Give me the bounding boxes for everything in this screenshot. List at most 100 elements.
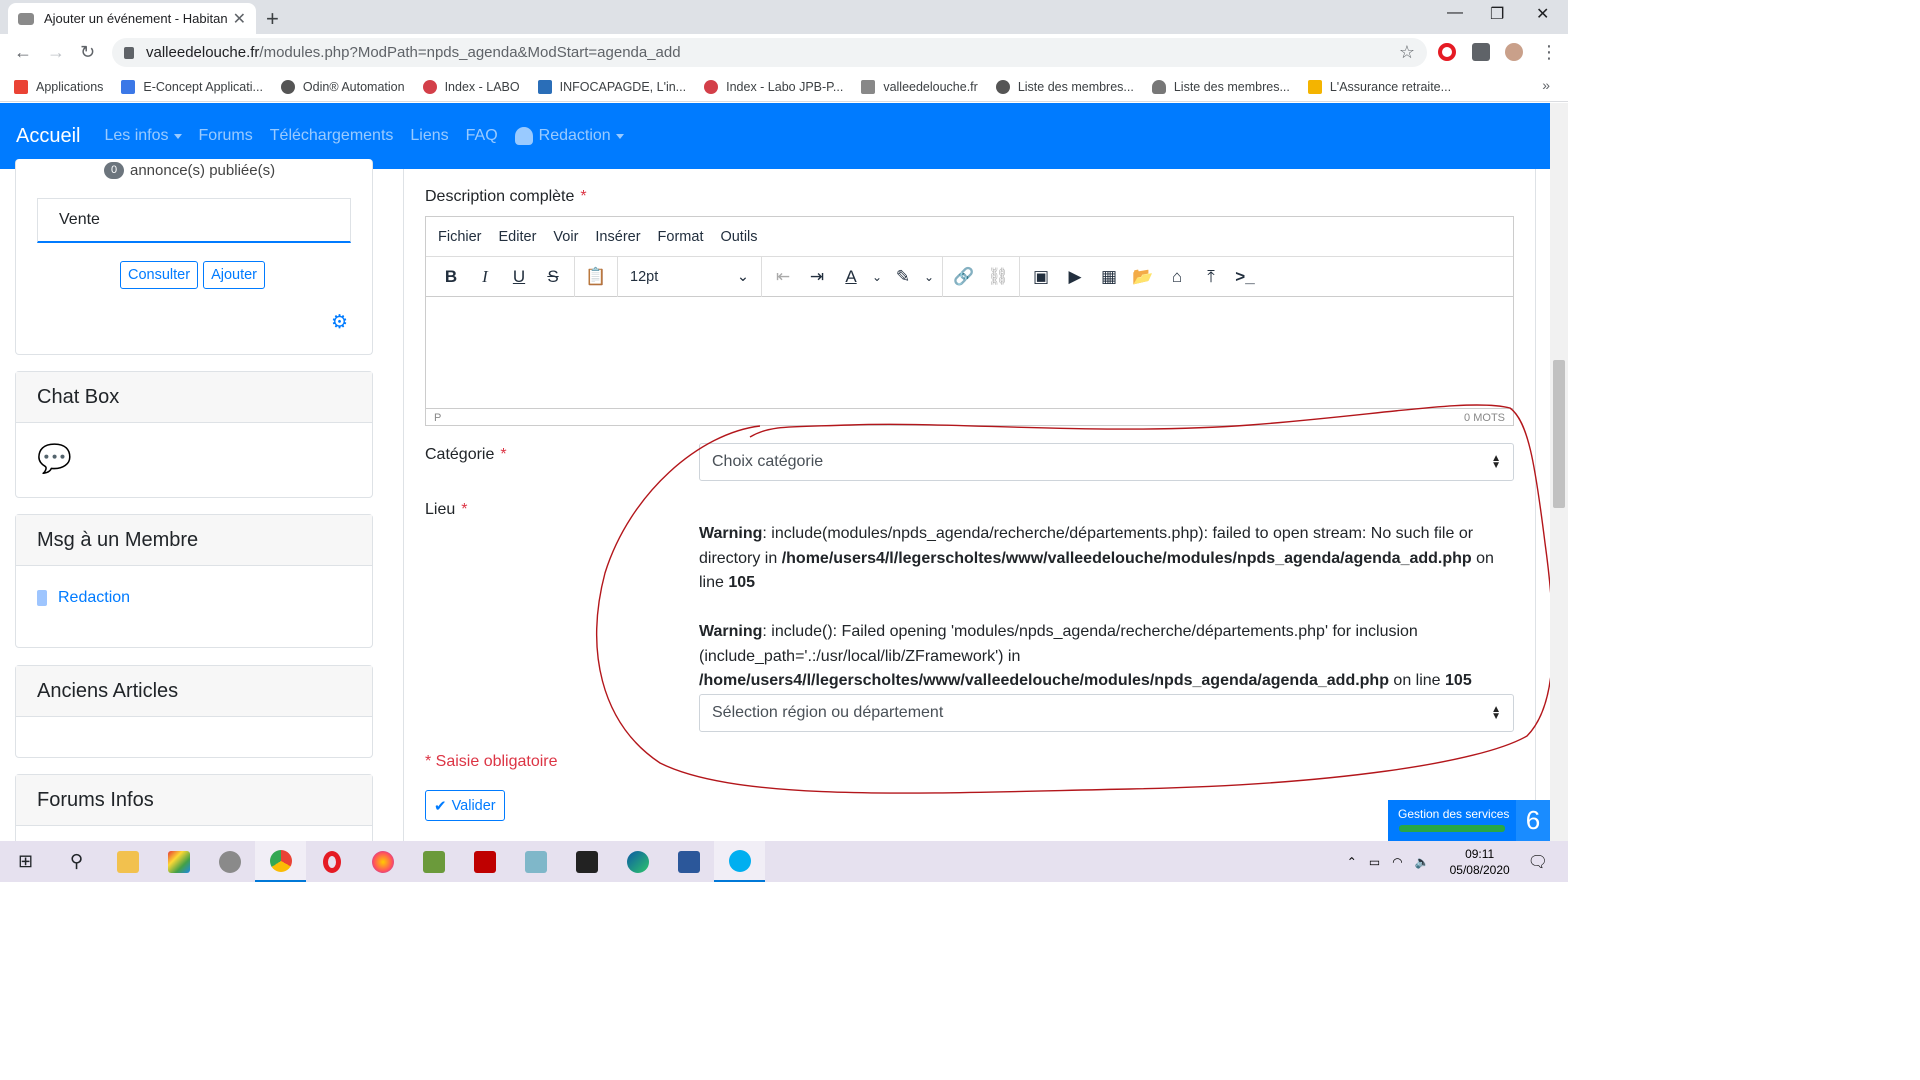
outdent-icon[interactable]: ⇤ (766, 263, 800, 291)
menu-editer[interactable]: Editer (499, 229, 537, 245)
font-size-select[interactable]: 12pt ⌄ (622, 263, 757, 291)
valider-button[interactable]: ✔ Valider (425, 790, 505, 821)
scrollbar-thumb[interactable] (1553, 360, 1565, 508)
paste-icon[interactable]: 📋 (579, 263, 613, 291)
region-select[interactable]: Sélection région ou département ▲ ▼ (699, 694, 1514, 732)
tab-close-icon[interactable]: ✕ (233, 9, 246, 29)
page-scrollbar[interactable] (1550, 103, 1568, 841)
bookmark-item[interactable]: L'Assurance retraite... (1307, 79, 1451, 94)
opera-extension-icon[interactable] (1438, 43, 1456, 61)
nav-les-infos[interactable]: Les infos (104, 127, 182, 145)
image-icon[interactable]: ▣ (1024, 263, 1058, 291)
word-icon (677, 850, 700, 873)
home-icon[interactable]: ⌂ (1160, 263, 1194, 291)
taskbar-app[interactable] (204, 841, 255, 882)
bookmark-star-icon[interactable]: ☆ (1399, 42, 1415, 63)
underline-icon[interactable]: U (502, 263, 536, 291)
volume-icon[interactable]: 🔈 (1415, 855, 1430, 869)
ajouter-button[interactable]: Ajouter (203, 261, 266, 289)
taskbar-skype[interactable] (714, 841, 765, 882)
folder-icon[interactable]: 📂 (1126, 263, 1160, 291)
bookmark-item[interactable]: Liste des membres... (1151, 79, 1290, 94)
media-icon[interactable]: ▶ (1058, 263, 1092, 291)
start-button[interactable]: ⊞ (0, 841, 51, 882)
check-icon: ✔ (434, 797, 447, 815)
wifi-icon[interactable]: ◠ (1392, 855, 1402, 869)
maximize-icon[interactable]: ❐ (1490, 4, 1504, 24)
strikethrough-icon[interactable]: S (536, 263, 570, 291)
comments-icon[interactable]: 💬 (37, 442, 72, 475)
indent-icon[interactable]: ⇥ (800, 263, 834, 291)
profile-avatar-icon[interactable] (1505, 43, 1523, 61)
highlight-icon[interactable]: ✎ (886, 263, 920, 291)
taskbar-explorer[interactable] (102, 841, 153, 882)
upload-icon[interactable]: ⤒ (1194, 263, 1228, 291)
taskbar-filezilla[interactable] (459, 841, 510, 882)
taskbar-opera[interactable] (306, 841, 357, 882)
minimize-icon[interactable]: — (1447, 4, 1463, 22)
bookmark-item[interactable]: INFOCAPAGDE, L'in... (537, 79, 686, 94)
menu-inserer[interactable]: Insérer (595, 229, 640, 245)
nav-faq[interactable]: FAQ (466, 127, 498, 145)
bookmark-item[interactable]: Liste des membres... (995, 79, 1134, 94)
nav-forums[interactable]: Forums (199, 127, 253, 145)
bookmark-item[interactable]: Index - LABO (422, 79, 520, 94)
extensions-puzzle-icon[interactable] (1472, 43, 1490, 61)
categorie-select[interactable]: Choix catégorie ▲ ▼ (699, 443, 1514, 481)
italic-icon[interactable]: I (468, 263, 502, 291)
nav-brand[interactable]: Accueil (16, 125, 80, 148)
address-bar[interactable]: valleedelouche.fr/modules.php?ModPath=np… (112, 38, 1427, 67)
bookmarks-overflow-icon[interactable]: » (1542, 77, 1550, 93)
taskbar-firefox[interactable] (357, 841, 408, 882)
tab-title: Ajouter un événement - Habitant (44, 11, 227, 26)
menu-outils[interactable]: Outils (720, 229, 757, 245)
taskbar-app[interactable] (561, 841, 612, 882)
nav-liens[interactable]: Liens (410, 127, 448, 145)
taskbar-app[interactable] (153, 841, 204, 882)
picture-icon[interactable]: ▦ (1092, 263, 1126, 291)
back-icon[interactable]: ← (14, 42, 32, 63)
taskbar-word[interactable] (663, 841, 714, 882)
bookmark-item[interactable]: Odin® Automation (280, 79, 405, 94)
close-window-icon[interactable]: ✕ (1536, 4, 1549, 24)
bookmark-item[interactable]: E-Concept Applicati... (121, 79, 263, 94)
bookmark-item[interactable]: Applications (14, 79, 103, 94)
bookmark-item[interactable]: Index - Labo JPB-P... (704, 79, 843, 94)
taskbar-chrome[interactable] (255, 841, 306, 882)
menu-voir[interactable]: Voir (553, 229, 578, 245)
consulter-button[interactable]: Consulter (120, 261, 199, 289)
chevron-down-icon[interactable]: ⌄ (920, 263, 938, 291)
windows-logo-icon: ⊞ (17, 851, 34, 871)
bookmark-item[interactable]: valleedelouche.fr (861, 79, 978, 94)
search-button[interactable]: ⚲ (51, 841, 102, 882)
tray-chevron-up-icon[interactable]: ⌃ (1347, 855, 1357, 869)
unlink-icon[interactable]: ⛓ (981, 263, 1015, 291)
redaction-link[interactable]: Redaction (58, 589, 130, 607)
nav-telechargements[interactable]: Téléchargements (270, 127, 394, 145)
gestion-services-widget[interactable]: Gestion des services 6 (1388, 800, 1550, 841)
menu-fichier[interactable]: Fichier (438, 229, 482, 245)
chevron-down-icon[interactable]: ⌄ (868, 263, 886, 291)
code-icon[interactable]: >_ (1228, 263, 1262, 291)
taskbar-app[interactable] (510, 841, 561, 882)
taskbar-clock[interactable]: 09:11 05/08/2020 (1450, 846, 1510, 878)
anciens-articles-card: Anciens Articles (15, 665, 373, 758)
reload-icon[interactable]: ↻ (80, 42, 95, 63)
link-icon[interactable]: 🔗 (947, 263, 981, 291)
vente-field[interactable]: Vente (37, 198, 351, 243)
text-color-icon[interactable]: A (834, 263, 868, 291)
battery-icon[interactable]: ▭ (1369, 855, 1380, 869)
gears-icon[interactable]: ⚙ (331, 311, 348, 334)
browser-menu-icon[interactable]: ⋮ (1540, 42, 1558, 63)
taskbar-app[interactable] (408, 841, 459, 882)
forward-icon[interactable]: → (47, 42, 65, 63)
nav-redaction[interactable]: Redaction (514, 127, 624, 145)
taskbar-edge[interactable] (612, 841, 663, 882)
browser-tab-active[interactable]: Ajouter un événement - Habitant ✕ (8, 3, 256, 34)
menu-format[interactable]: Format (658, 229, 704, 245)
editor-content-area[interactable] (426, 297, 1513, 408)
bold-icon[interactable]: B (434, 263, 468, 291)
chat-box-card: Chat Box 💬 (15, 371, 373, 498)
new-tab-button[interactable]: + (266, 6, 279, 32)
notifications-icon[interactable]: 🗨 (1528, 852, 1548, 872)
